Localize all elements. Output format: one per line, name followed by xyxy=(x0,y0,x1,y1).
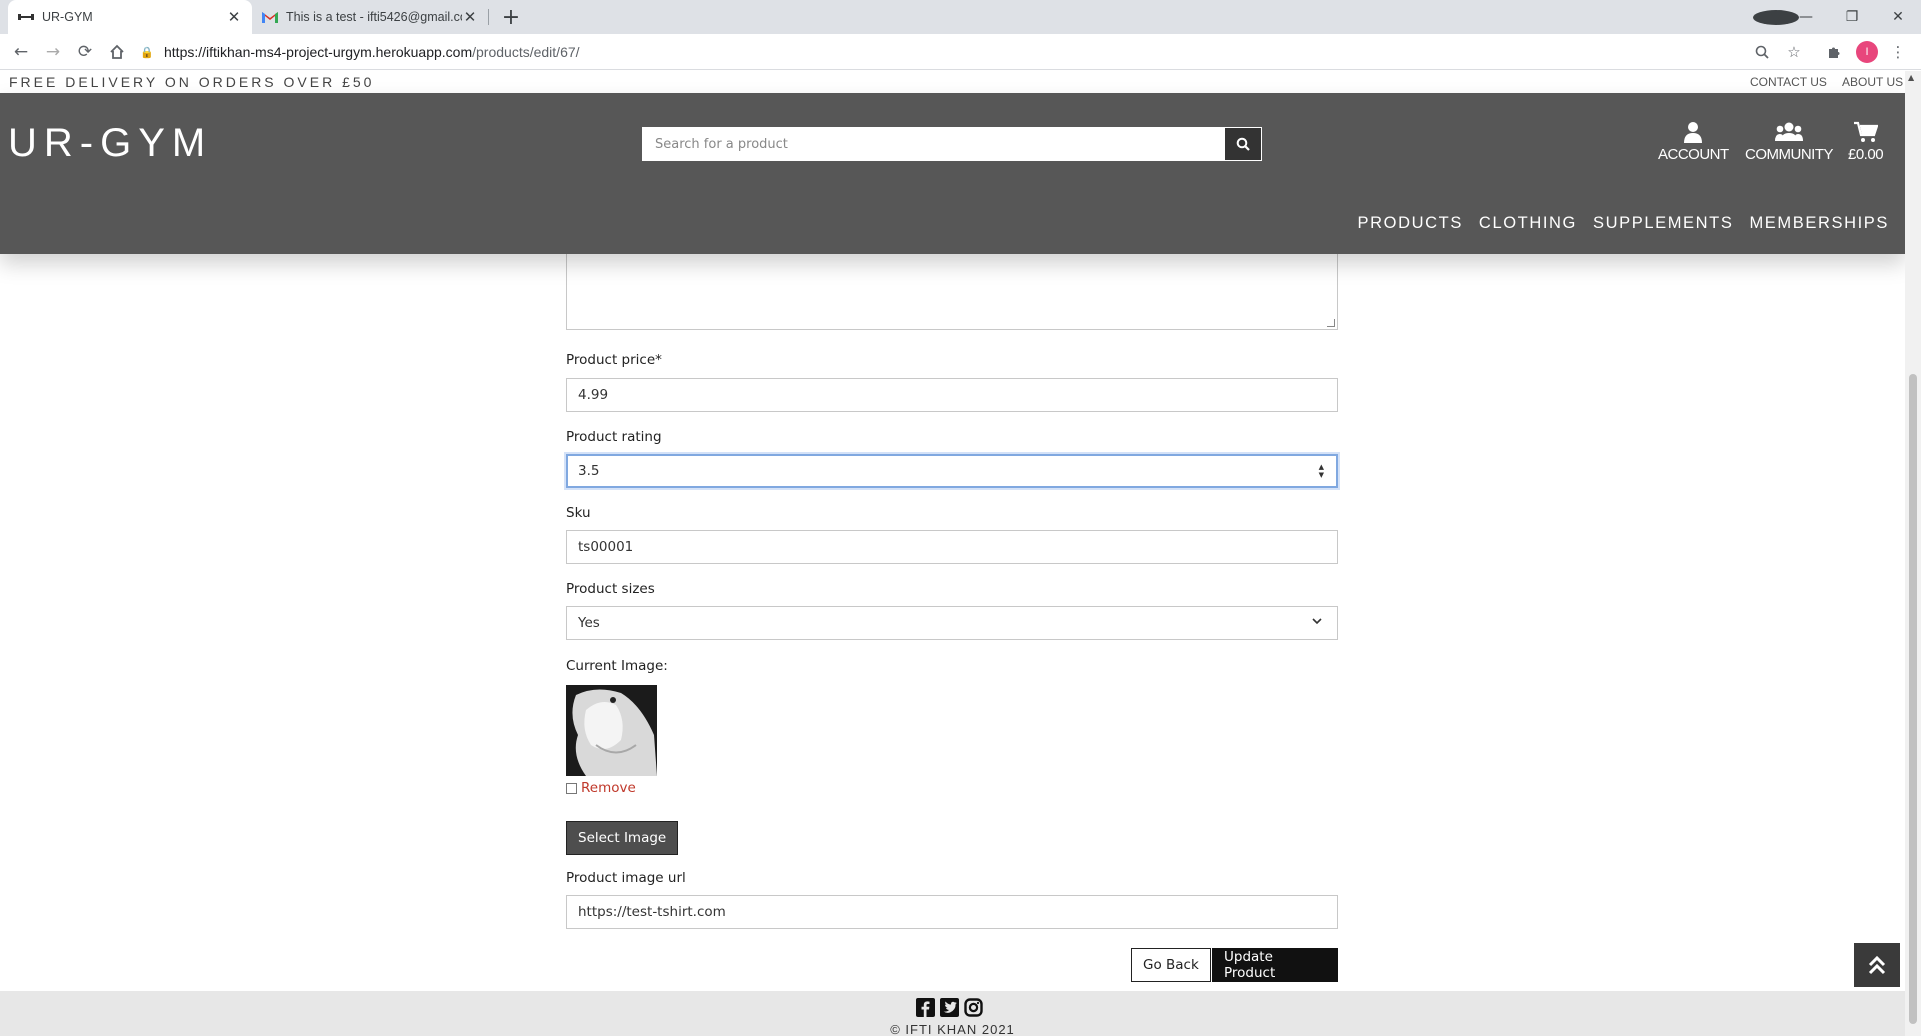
cart-icon xyxy=(1853,121,1878,142)
chevron-down-icon xyxy=(1311,615,1323,631)
social-links xyxy=(916,998,983,1017)
copyright-text: © IFTI KHAN 2021 xyxy=(890,1022,1015,1036)
restore-icon[interactable]: ❐ xyxy=(1829,9,1875,25)
resize-handle[interactable] xyxy=(1327,319,1335,327)
tab-gmail[interactable]: This is a test - ifti5426@gmail.com ✕ xyxy=(252,0,488,34)
tab-title: UR-GYM xyxy=(42,10,93,24)
browser-tab-bar: UR-GYM ✕ This is a test - ifti5426@gmail… xyxy=(0,0,1921,34)
browser-toolbar: ← → ⟳ 🔒 https://iftikhan-ms4-project-urg… xyxy=(0,34,1921,70)
remove-image-row: Remove xyxy=(566,780,636,796)
zoom-icon[interactable] xyxy=(1750,40,1774,64)
url-host: https://iftikhan-ms4-project-urgym.herok… xyxy=(164,44,473,60)
search-button[interactable] xyxy=(1224,127,1262,161)
reload-icon[interactable]: ⟳ xyxy=(73,40,97,64)
nav-memberships[interactable]: MEMBERSHIPS xyxy=(1749,214,1889,238)
sizes-value: Yes xyxy=(578,615,600,631)
search-form xyxy=(642,127,1262,161)
search-input[interactable] xyxy=(642,127,1224,161)
main-nav: PRODUCTS CLOTHING SUPPLEMENTS MEMBERSHIP… xyxy=(1358,214,1905,238)
bag-total: £0.00 xyxy=(1848,146,1884,163)
nav-clothing[interactable]: CLOTHING xyxy=(1479,214,1577,238)
nav-products[interactable]: PRODUCTS xyxy=(1358,214,1463,238)
forward-arrow-icon[interactable]: → xyxy=(41,40,65,64)
shopping-bag-link[interactable]: £0.00 xyxy=(1848,121,1884,163)
rating-value: 3.5 xyxy=(578,463,600,479)
scroll-up-arrow-icon[interactable]: ▲ xyxy=(1908,73,1914,82)
community-label: COMMUNITY xyxy=(1745,146,1834,163)
update-product-button[interactable]: Update Product xyxy=(1212,948,1338,982)
price-value: 4.99 xyxy=(578,387,609,403)
image-url-value: https://test-tshirt.com xyxy=(578,904,726,920)
current-image-label: Current Image: xyxy=(566,658,668,674)
tab-divider xyxy=(488,9,489,25)
gmail-icon xyxy=(262,9,278,25)
dumbbell-icon xyxy=(18,9,34,25)
site-header: UR-GYM ACCOUNT COMMUNITY £0.00 PRODUCTS … xyxy=(0,93,1905,254)
minimize-icon[interactable]: — xyxy=(1783,9,1829,25)
scrollbar-thumb[interactable] xyxy=(1909,374,1917,1024)
rating-input[interactable]: 3.5 ▲ ▼ xyxy=(566,454,1338,488)
nav-supplements[interactable]: SUPPLEMENTS xyxy=(1593,214,1733,238)
back-arrow-icon[interactable]: ← xyxy=(9,40,33,64)
image-url-label: Product image url xyxy=(566,870,686,886)
site-footer: © IFTI KHAN 2021 xyxy=(0,991,1905,1036)
double-chevron-up-icon xyxy=(1868,955,1886,975)
image-url-input[interactable]: https://test-tshirt.com xyxy=(566,895,1338,929)
contact-us-link[interactable]: CONTACT US xyxy=(1750,75,1827,89)
new-tab-button[interactable]: + xyxy=(497,3,525,31)
chrome-media-icon[interactable]: ▼ xyxy=(1753,9,1799,25)
about-us-link[interactable]: ABOUT US xyxy=(1842,75,1903,89)
twitter-icon xyxy=(940,998,959,1017)
web-page: Product price* 4.99 Product rating 3.5 ▲… xyxy=(0,71,1905,1036)
number-spinner-icon[interactable]: ▲ ▼ xyxy=(1319,463,1324,479)
window-controls: ▼ — ❐ ✕ xyxy=(1753,0,1921,34)
bookmark-star-icon[interactable]: ☆ xyxy=(1782,40,1806,64)
sku-value: ts00001 xyxy=(578,539,634,555)
instagram-icon xyxy=(964,998,983,1017)
sizes-select[interactable]: Yes xyxy=(566,606,1338,640)
profile-avatar[interactable]: I xyxy=(1856,41,1878,63)
chrome-menu-icon[interactable]: ⋮ xyxy=(1886,40,1910,64)
users-icon xyxy=(1775,122,1803,141)
current-product-image[interactable] xyxy=(566,685,657,776)
remove-label[interactable]: Remove xyxy=(581,780,636,796)
lock-icon: 🔒 xyxy=(140,46,154,59)
facebook-icon xyxy=(916,998,935,1017)
rating-label: Product rating xyxy=(566,429,662,445)
account-link[interactable]: ACCOUNT xyxy=(1658,121,1729,163)
top-strip: FREE DELIVERY ON ORDERS OVER £50 CONTACT… xyxy=(0,71,1905,93)
price-input[interactable]: 4.99 xyxy=(566,378,1338,412)
remove-checkbox[interactable] xyxy=(566,782,577,794)
back-to-top-button[interactable] xyxy=(1854,943,1900,987)
sku-label: Sku xyxy=(566,505,591,521)
address-bar[interactable]: 🔒 https://iftikhan-ms4-project-urgym.her… xyxy=(140,39,1790,65)
site-logo[interactable]: UR-GYM xyxy=(8,121,212,166)
community-link[interactable]: COMMUNITY xyxy=(1745,121,1834,163)
price-label: Product price* xyxy=(566,352,662,368)
extensions-puzzle-icon[interactable] xyxy=(1822,40,1846,64)
home-icon[interactable] xyxy=(105,40,129,64)
description-textarea[interactable] xyxy=(566,254,1338,330)
delivery-banner: FREE DELIVERY ON ORDERS OVER £50 xyxy=(9,74,375,90)
user-icon xyxy=(1684,122,1703,143)
go-back-button[interactable]: Go Back xyxy=(1131,948,1211,982)
url-path: /products/edit/67/ xyxy=(472,44,580,60)
close-tab-icon[interactable]: ✕ xyxy=(462,8,478,26)
sizes-label: Product sizes xyxy=(566,581,655,597)
close-tab-icon[interactable]: ✕ xyxy=(226,8,242,26)
page-scrollbar[interactable]: ▲ xyxy=(1905,71,1921,1036)
sku-input[interactable]: ts00001 xyxy=(566,530,1338,564)
tab-title: This is a test - ifti5426@gmail.com xyxy=(286,10,462,24)
account-label: ACCOUNT xyxy=(1658,146,1729,163)
search-icon xyxy=(1236,137,1250,151)
tab-ur-gym[interactable]: UR-GYM ✕ xyxy=(8,0,252,34)
select-image-button[interactable]: Select Image xyxy=(566,821,679,855)
close-window-icon[interactable]: ✕ xyxy=(1875,9,1921,25)
